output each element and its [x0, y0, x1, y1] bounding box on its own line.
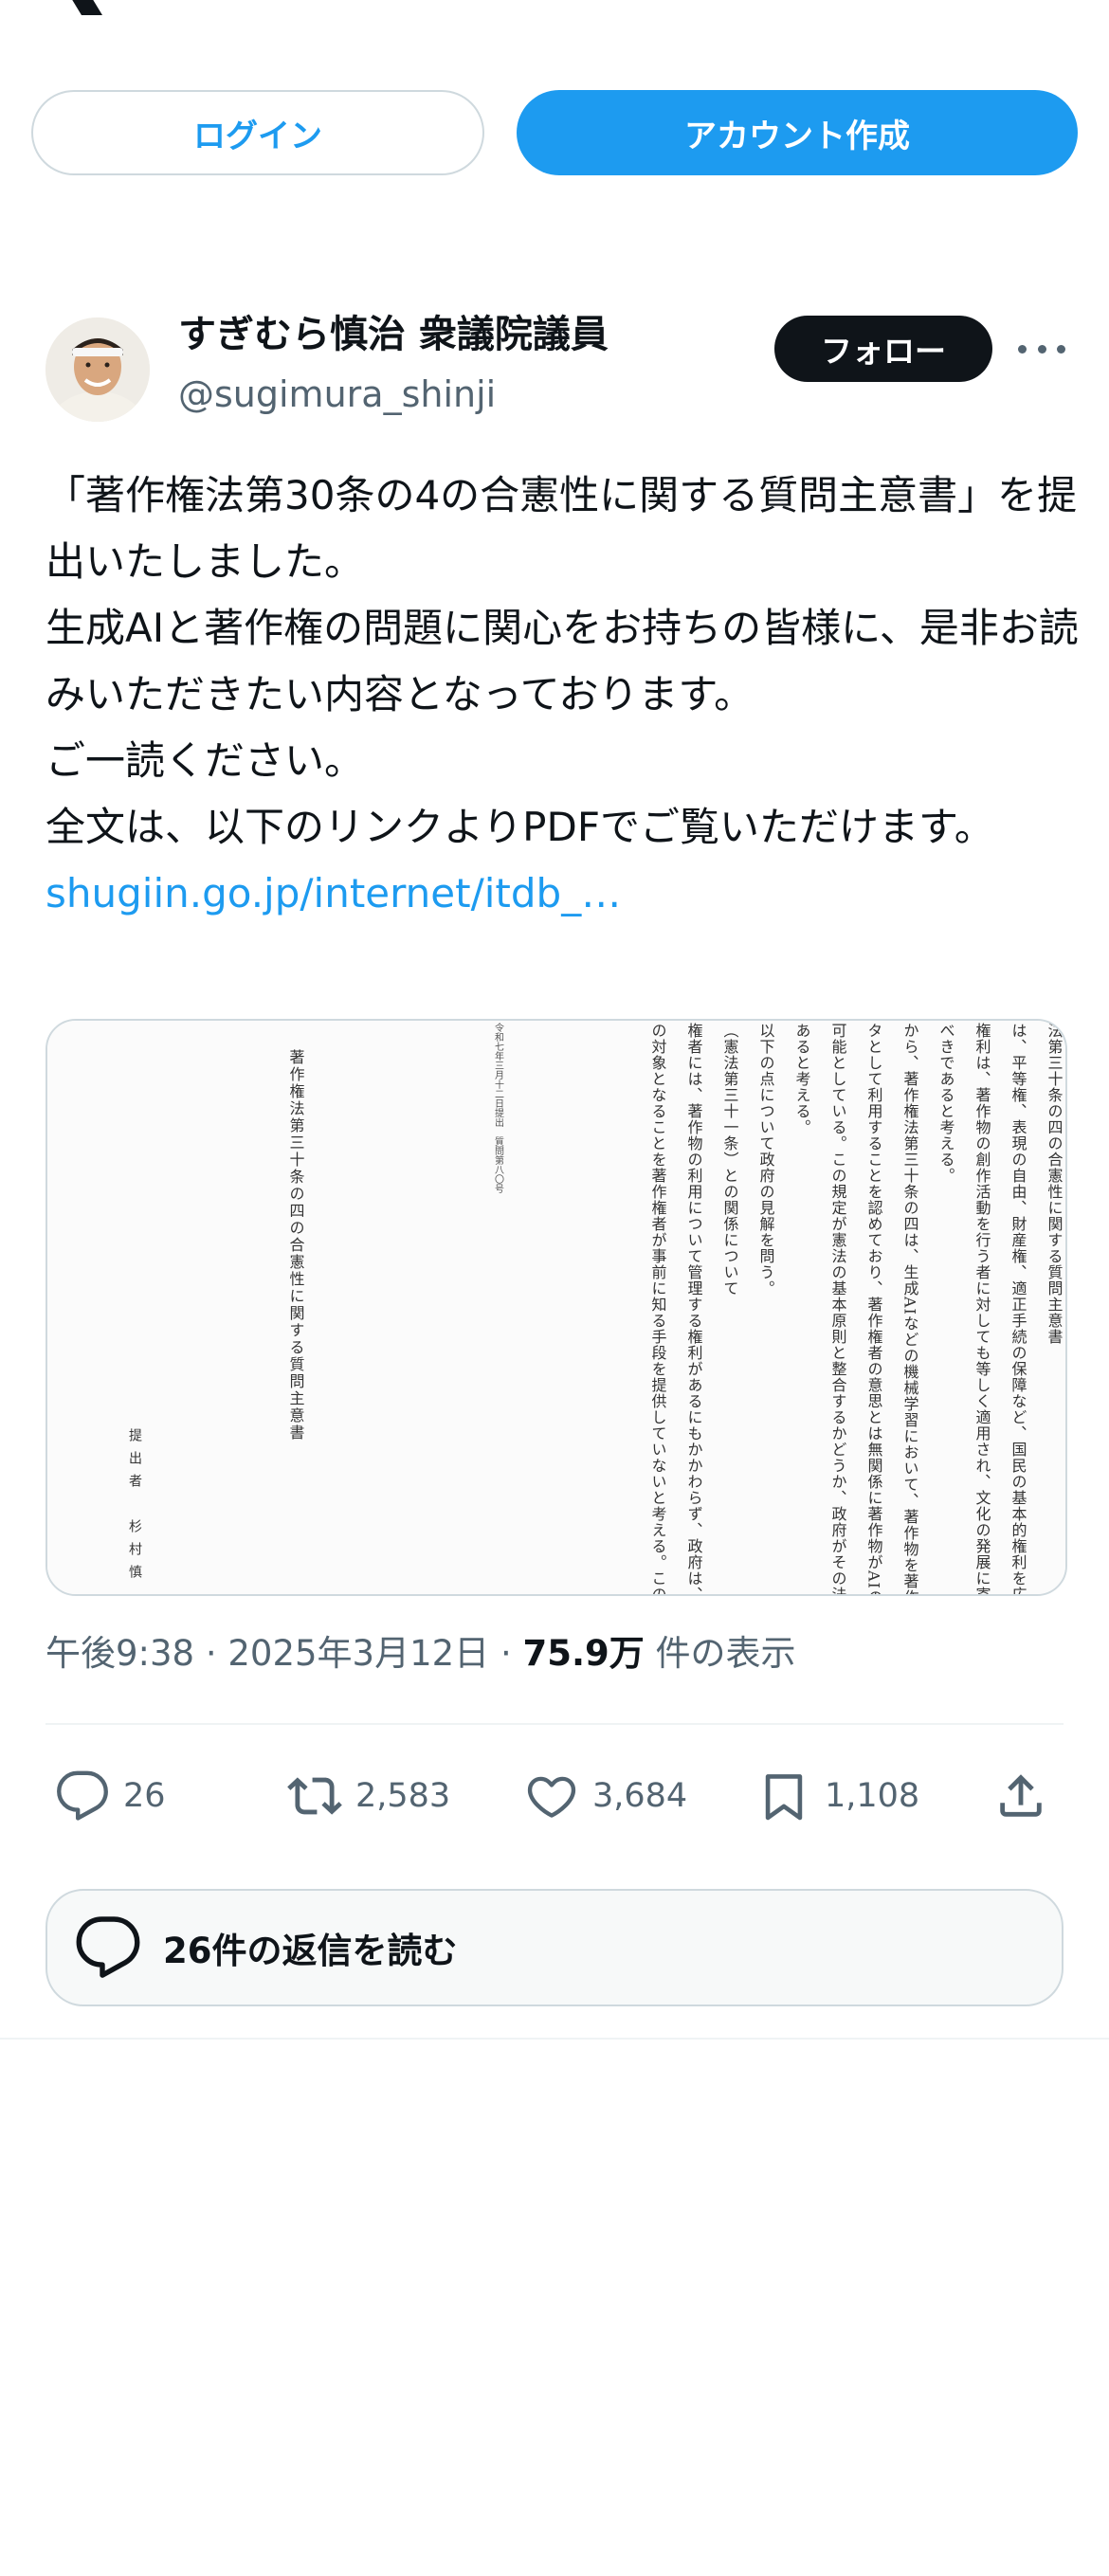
tweet-text: 「著作権法第30条の4の合憲性に関する質問主意書」を提出いたしました。 生成AI…	[45, 463, 1079, 927]
tweet-meta: 午後9:38 · 2025年3月12日 · 75.9万 件の表示	[45, 1630, 796, 1678]
auth-buttons: ログイン アカウント作成	[31, 90, 1078, 175]
like-button[interactable]: 3,684	[524, 1763, 687, 1829]
retweet-icon	[287, 1777, 342, 1815]
retweet-count: 2,583	[355, 1777, 451, 1815]
meta-separator: ·	[500, 1633, 512, 1674]
reply-icon	[57, 1770, 108, 1821]
doc-column-text: 権者には、著作物の利用について管理する権利があるにもかかわらず、政府は、自らの著	[685, 1023, 703, 1594]
doc-column-text: あると考える。	[793, 1023, 811, 1135]
more-options-icon[interactable]	[1018, 332, 1065, 366]
views-label: 件の表示	[655, 1633, 796, 1674]
read-replies-label: 26件の返信を読む	[163, 1931, 458, 1971]
doc-column-text: タとして利用することを認めており、著作権者の意思とは無関係に著作物がAIの学習	[865, 1023, 883, 1594]
doc-header-note: 令和七年三月十二日提出 質問第八〇号	[493, 1022, 504, 1194]
views-count: 75.9万	[522, 1633, 645, 1674]
document-scan: 著作権法第三十条の四の合憲性に関する質問主意書 提出者 杉村慎 令和七年三月十二…	[47, 1021, 1065, 1594]
login-button[interactable]: ログイン	[31, 90, 484, 175]
divider	[45, 1723, 1064, 1725]
doc-column-text: の対象となることを著作権者が事前に知る手段を提供していないと考える。このことが	[649, 1023, 667, 1594]
bookmark-icon	[765, 1774, 803, 1821]
follow-button[interactable]: フォロー	[774, 316, 992, 382]
reply-icon	[76, 1916, 140, 1978]
tweet-actions: 26 2,583 3,684 1,108	[45, 1763, 1064, 1829]
meta-separator: ·	[205, 1633, 217, 1674]
tweet-link[interactable]: shugiin.go.jp/internet/itdb_…	[45, 861, 1079, 927]
x-logo-icon[interactable]	[45, 0, 106, 15]
signup-button[interactable]: アカウント作成	[517, 90, 1078, 175]
doc-column-text: 以下の点について政府の見解を問う。	[757, 1023, 775, 1297]
reply-count: 26	[123, 1777, 166, 1815]
doc-column-text: （憲法第三十一条）との関係について	[721, 1023, 739, 1297]
tweet-date[interactable]: 2025年3月12日	[227, 1633, 489, 1674]
heart-icon	[527, 1776, 576, 1818]
retweet-button[interactable]: 2,583	[287, 1763, 450, 1829]
doc-column-text: 法第三十条の四の合憲性に関する質問主意書	[1045, 1023, 1064, 1345]
share-icon	[1000, 1774, 1042, 1817]
tweet-text-line: 生成AIと著作権の問題に関心をお持ちの皆様に、是非お読みいただきたい内容となって…	[45, 605, 1079, 717]
document-image[interactable]: 著作権法第三十条の四の合憲性に関する質問主意書 提出者 杉村慎 令和七年三月十二…	[45, 1019, 1067, 1596]
bookmark-count: 1,108	[825, 1777, 920, 1815]
tweet-time[interactable]: 午後9:38	[45, 1633, 194, 1674]
doc-column-text: 可能としている。この規定が憲法の基本原則と整合するかどうか、政府がその法的正当性	[829, 1023, 847, 1594]
doc-submitter: 提出者 杉村慎	[127, 1428, 142, 1587]
doc-column-text: は、平等権、表現の自由、財産権、適正手続の保障など、国民の基本的権利を広範に保	[1009, 1023, 1027, 1594]
doc-column-text: 権利は、著作物の創作活動を行う者に対しても等しく適用され、文化の発展に寄与する	[973, 1023, 991, 1594]
reply-button[interactable]: 26	[55, 1763, 166, 1829]
display-name[interactable]: すぎむら慎治 衆議院議員	[178, 311, 609, 358]
doc-column-text: べきであると考える。	[937, 1023, 955, 1184]
tweet-text-line: ご一読ください。	[45, 737, 365, 784]
tweet-page: ログイン アカウント作成 すぎむら慎治 衆議院議員 @sugimura_shin…	[0, 0, 1109, 2576]
doc-title: 著作権法第三十条の四の合憲性に関する質問主意書	[287, 1049, 305, 1442]
divider	[0, 2038, 1109, 2040]
read-replies-button[interactable]: 26件の返信を読む	[45, 1889, 1064, 2006]
bookmark-button[interactable]: 1,108	[756, 1763, 919, 1829]
like-count: 3,684	[592, 1777, 688, 1815]
avatar[interactable]	[45, 317, 150, 422]
user-handle[interactable]: @sugimura_shinji	[178, 372, 496, 417]
share-button[interactable]	[993, 1763, 1048, 1829]
tweet-text-line: 「著作権法第30条の4の合憲性に関する質問主意書」を提出いたしました。	[45, 472, 1078, 585]
doc-column-text: から、著作権法第三十条の四は、生成AIなどの機械学習において、著作物を著作権者の	[901, 1023, 919, 1594]
tweet-text-line: 全文は、以下のリンクよりPDFでご覧いただけます。	[45, 804, 994, 850]
